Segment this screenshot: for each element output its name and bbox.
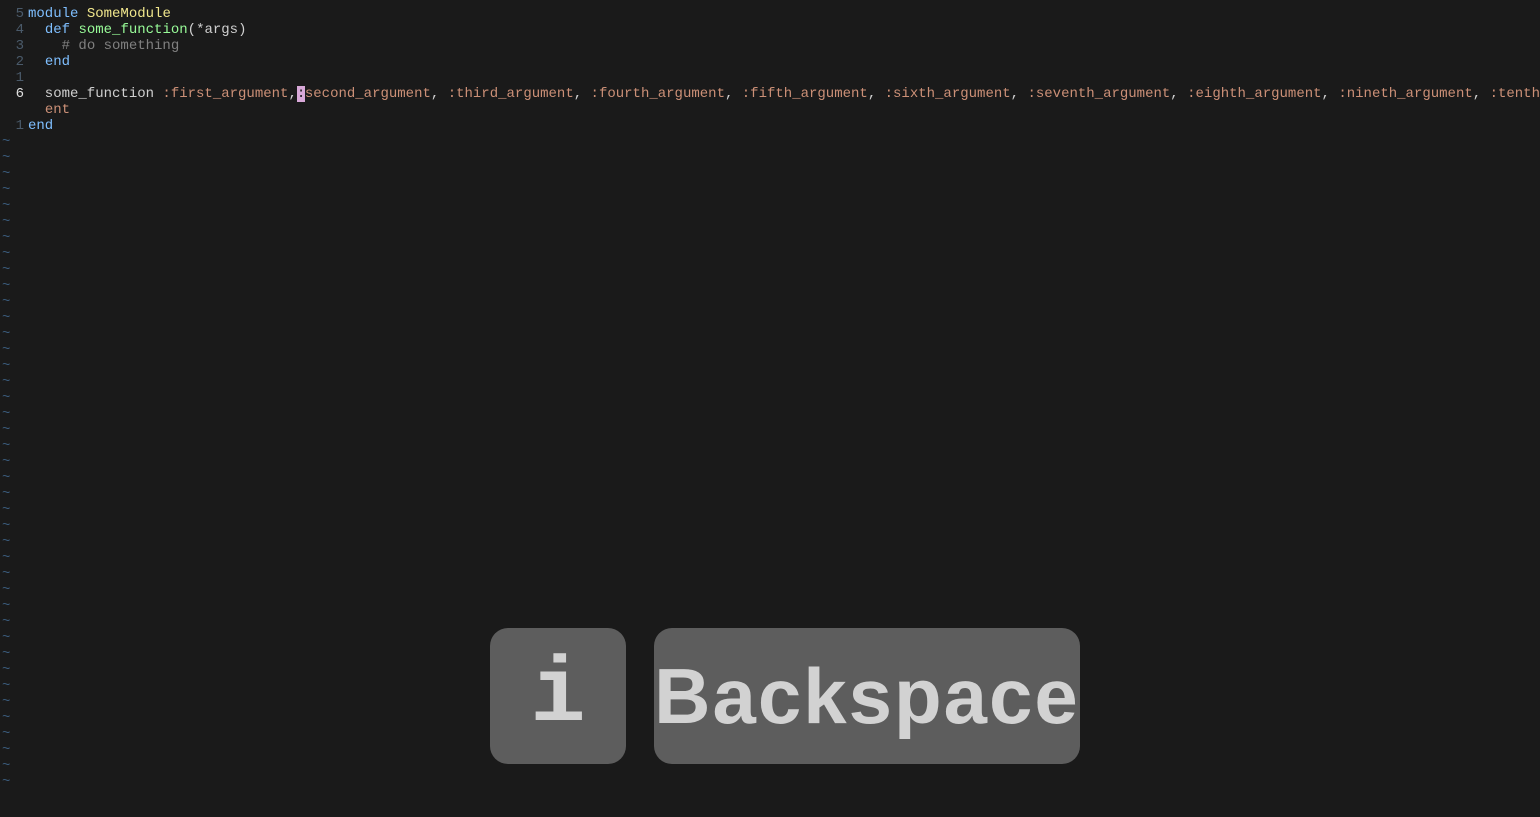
empty-line-marker: ~: [2, 598, 10, 614]
empty-line-marker: ~: [2, 294, 10, 310]
line-content: ent: [28, 102, 70, 118]
code-line[interactable]: 1: [0, 70, 1540, 86]
code-line[interactable]: 3 # do something: [0, 38, 1540, 54]
empty-line-marker: ~: [2, 726, 10, 742]
empty-line-marker: ~: [2, 374, 10, 390]
empty-line-marker: ~: [2, 758, 10, 774]
empty-line-marker: ~: [2, 646, 10, 662]
empty-line-marker: ~: [2, 262, 10, 278]
code-editor[interactable]: 5module SomeModule4 def some_function(*a…: [0, 6, 1540, 134]
empty-line-marker: ~: [2, 534, 10, 550]
key-indicator-backspace: Backspace: [654, 628, 1080, 764]
code-line[interactable]: 6 some_function :first_argument,:second_…: [0, 86, 1540, 102]
empty-line-marker: ~: [2, 454, 10, 470]
line-content: end: [28, 118, 53, 134]
empty-line-marker: ~: [2, 614, 10, 630]
line-number: [0, 102, 28, 118]
empty-line-marker: ~: [2, 662, 10, 678]
empty-line-marker: ~: [2, 230, 10, 246]
empty-line-marker: ~: [2, 630, 10, 646]
empty-line-marker: ~: [2, 198, 10, 214]
empty-line-marker: ~: [2, 470, 10, 486]
keypress-overlay: i Backspace: [490, 628, 1080, 764]
line-number: 2: [0, 54, 28, 70]
text-cursor: :: [297, 86, 305, 102]
empty-line-marker: ~: [2, 678, 10, 694]
code-line[interactable]: 2 end: [0, 54, 1540, 70]
empty-line-marker: ~: [2, 582, 10, 598]
line-number: 3: [0, 38, 28, 54]
empty-line-marker: ~: [2, 310, 10, 326]
empty-line-marker: ~: [2, 550, 10, 566]
empty-line-marker: ~: [2, 566, 10, 582]
empty-line-marker: ~: [2, 182, 10, 198]
line-number: 6: [0, 86, 28, 102]
tilde-column: ~~~~~~~~~~~~~~~~~~~~~~~~~~~~~~~~~~~~~~~~…: [2, 134, 10, 790]
empty-line-marker: ~: [2, 326, 10, 342]
line-number: 4: [0, 22, 28, 38]
empty-line-marker: ~: [2, 486, 10, 502]
empty-line-marker: ~: [2, 518, 10, 534]
empty-line-marker: ~: [2, 150, 10, 166]
line-content: def some_function(*args): [28, 22, 246, 38]
empty-line-marker: ~: [2, 166, 10, 182]
code-line[interactable]: ent: [0, 102, 1540, 118]
code-line[interactable]: 1end: [0, 118, 1540, 134]
empty-line-marker: ~: [2, 342, 10, 358]
empty-line-marker: ~: [2, 774, 10, 790]
empty-line-marker: ~: [2, 438, 10, 454]
empty-line-marker: ~: [2, 710, 10, 726]
empty-line-marker: ~: [2, 422, 10, 438]
empty-line-marker: ~: [2, 358, 10, 374]
code-line[interactable]: 4 def some_function(*args): [0, 22, 1540, 38]
empty-line-marker: ~: [2, 278, 10, 294]
key-indicator-i: i: [490, 628, 626, 764]
empty-line-marker: ~: [2, 134, 10, 150]
line-content: end: [28, 54, 70, 70]
empty-line-marker: ~: [2, 502, 10, 518]
line-number: 5: [0, 6, 28, 22]
empty-line-marker: ~: [2, 214, 10, 230]
line-content: some_function :first_argument,:second_ar…: [28, 86, 1540, 102]
line-content: module SomeModule: [28, 6, 171, 22]
line-number: 1: [0, 118, 28, 134]
empty-line-marker: ~: [2, 694, 10, 710]
empty-line-marker: ~: [2, 246, 10, 262]
line-content: # do something: [28, 38, 179, 54]
empty-line-marker: ~: [2, 742, 10, 758]
empty-line-marker: ~: [2, 406, 10, 422]
line-number: 1: [0, 70, 28, 86]
empty-line-marker: ~: [2, 390, 10, 406]
code-line[interactable]: 5module SomeModule: [0, 6, 1540, 22]
